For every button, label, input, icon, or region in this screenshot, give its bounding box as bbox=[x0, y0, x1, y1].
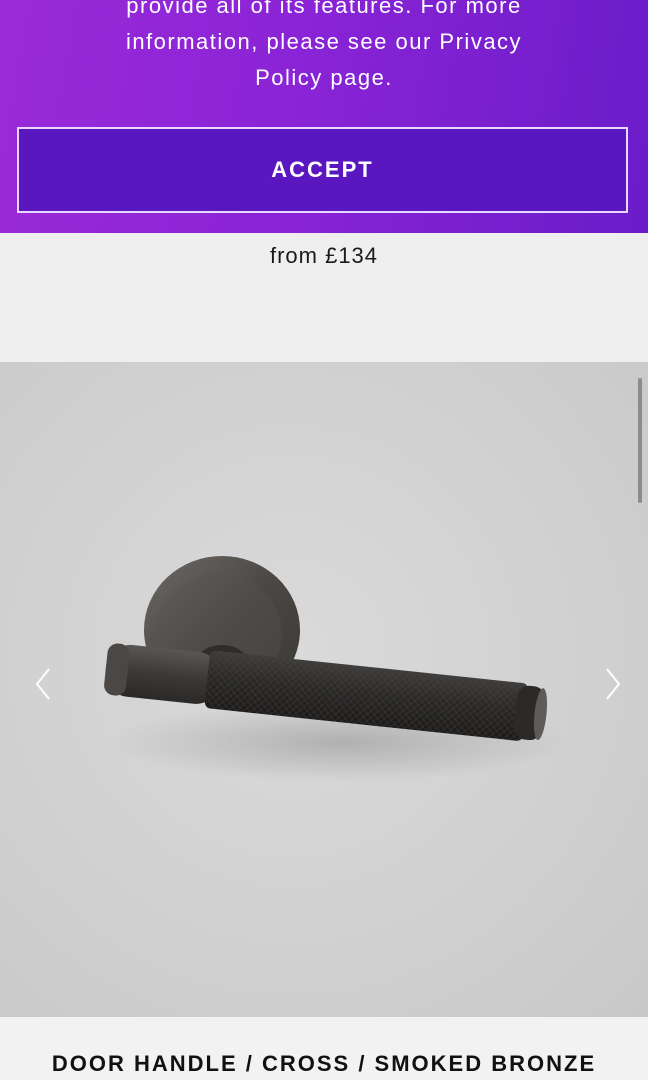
chevron-left-icon bbox=[35, 668, 50, 700]
product-title-bar: DOOR HANDLE / CROSS / SMOKED BRONZE bbox=[0, 1017, 648, 1080]
product-image-gallery[interactable] bbox=[0, 362, 648, 1017]
cookie-message-line-3: Policy page. bbox=[255, 65, 393, 90]
cookie-message-line-2: information, please see our Privacy bbox=[125, 29, 523, 54]
cookie-banner: provide all of its features. For more in… bbox=[0, 0, 648, 233]
scrollbar[interactable] bbox=[638, 378, 642, 503]
accept-button[interactable]: ACCEPT bbox=[17, 127, 628, 213]
product-price: from £134 bbox=[269, 243, 379, 268]
cookie-message-line-1: provide all of its features. For more bbox=[126, 0, 522, 18]
product-image bbox=[104, 556, 570, 782]
next-image-button[interactable] bbox=[598, 664, 628, 704]
chevron-right-icon bbox=[606, 668, 621, 700]
cookie-message: provide all of its features. For more in… bbox=[40, 0, 608, 96]
accept-button-label: ACCEPT bbox=[271, 157, 374, 182]
product-title: DOOR HANDLE / CROSS / SMOKED BRONZE bbox=[51, 1051, 597, 1076]
previous-image-button[interactable] bbox=[28, 664, 58, 704]
